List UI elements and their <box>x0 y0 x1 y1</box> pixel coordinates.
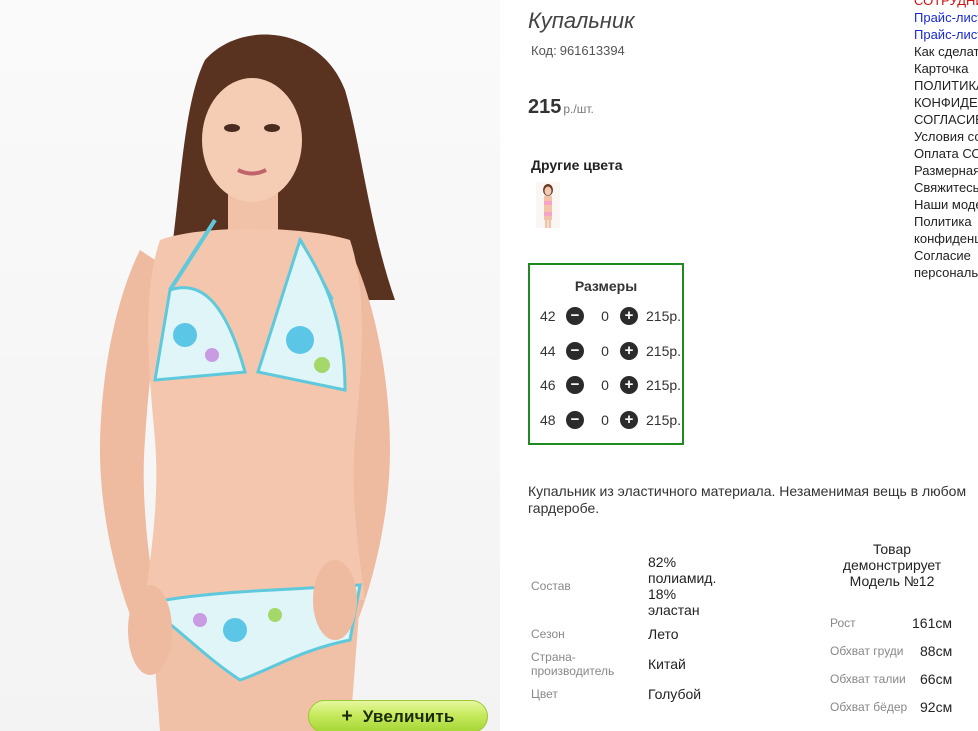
decrease-quantity-button[interactable]: − <box>566 411 584 429</box>
model-hips-label: Обхват бёдер <box>830 700 908 714</box>
color-variant-thumbnail[interactable] <box>536 182 560 228</box>
side-link[interactable]: конфиденциальности <box>914 230 978 247</box>
composition-label: Состав <box>531 579 571 593</box>
increase-quantity-button[interactable]: + <box>620 342 638 360</box>
model-waist-value: 66см <box>920 671 953 687</box>
season-label: Сезон <box>531 627 565 641</box>
size-price: 215р. <box>646 343 682 359</box>
size-price: 215р. <box>646 377 682 393</box>
sizes-heading: Размеры <box>574 278 638 294</box>
side-link[interactable]: Условия сотрудничества <box>914 128 978 145</box>
size-label: 42 <box>540 308 556 324</box>
size-row: 48 − 0 + 215р. <box>540 410 682 430</box>
side-link[interactable]: Согласие <box>914 247 978 264</box>
color-label: Цвет <box>531 687 558 701</box>
side-link[interactable]: Карточка <box>914 60 978 77</box>
side-link[interactable]: Наши модели <box>914 196 978 213</box>
composition-value: 82% полиамид. 18% эластан <box>648 554 717 618</box>
side-link[interactable]: ПОЛИТИКА <box>914 77 978 94</box>
product-photo[interactable]: + Увеличить <box>0 0 500 731</box>
side-link[interactable]: СОГЛАСИЕ <box>914 111 978 128</box>
size-label: 46 <box>540 377 556 393</box>
product-code-label: Код: <box>531 43 557 58</box>
quantity-value[interactable]: 0 <box>598 343 612 359</box>
size-price: 215р. <box>646 308 682 324</box>
side-link[interactable]: Прайс-лист <box>914 26 978 43</box>
side-nav: СОТРУДНИЧЕСТВО Прайс-лист Прайс-лист Как… <box>914 0 978 282</box>
side-link[interactable]: Свяжитесь с нами <box>914 179 978 196</box>
size-row: 42 − 0 + 215р. <box>540 306 682 326</box>
model-waist-label: Обхват талии <box>830 672 906 686</box>
size-label: 44 <box>540 343 556 359</box>
side-link[interactable]: Размерная сетка <box>914 162 978 179</box>
side-link[interactable]: Оплата СОД <box>914 145 978 162</box>
zoom-button-label: Увеличить <box>362 706 455 726</box>
model-chest-value: 88см <box>920 643 953 659</box>
other-colors-heading: Другие цвета <box>531 157 623 173</box>
plus-icon: + <box>341 705 353 727</box>
size-label: 48 <box>540 412 556 428</box>
model-hips-value: 92см <box>920 699 953 715</box>
product-price: 215 р./шт. <box>528 96 594 119</box>
model-figure <box>100 34 395 731</box>
model-height-label: Рост <box>830 616 856 630</box>
side-link[interactable]: Политика <box>914 213 978 230</box>
quantity-value[interactable]: 0 <box>598 308 612 324</box>
sizes-box: Размеры 42 − 0 + 215р. 44 − 0 + 215р. 46… <box>528 263 684 445</box>
side-link[interactable]: персональных <box>914 264 978 281</box>
quantity-value[interactable]: 0 <box>598 412 612 428</box>
product-title: Купальник <box>528 8 635 33</box>
increase-quantity-button[interactable]: + <box>620 307 638 325</box>
price-value: 215 <box>528 96 562 118</box>
product-code: Код: 961613394 <box>528 43 625 58</box>
zoom-button[interactable]: + Увеличить <box>308 700 488 731</box>
country-label: Страна-производитель <box>531 650 615 678</box>
product-code-value: 961613394 <box>559 43 625 58</box>
increase-quantity-button[interactable]: + <box>620 376 638 394</box>
decrease-quantity-button[interactable]: − <box>566 307 584 325</box>
size-price: 215р. <box>646 412 682 428</box>
increase-quantity-button[interactable]: + <box>620 411 638 429</box>
model-heading: Товар демонстрирует Модель №12 <box>842 541 942 589</box>
product-description: Купальник из эластичного материала. Неза… <box>528 483 967 516</box>
decrease-quantity-button[interactable]: − <box>566 342 584 360</box>
side-link[interactable]: КОНФИДЕНЦИАЛЬНОСТИ <box>914 94 978 111</box>
model-height-value: 161см <box>912 615 952 631</box>
decrease-quantity-button[interactable]: − <box>566 376 584 394</box>
size-row: 46 − 0 + 215р. <box>540 375 682 395</box>
price-unit: р./шт. <box>563 102 594 116</box>
side-link[interactable]: СОТРУДНИЧЕСТВО <box>914 0 978 9</box>
country-value: Китай <box>648 656 686 672</box>
size-row: 44 − 0 + 215р. <box>540 341 682 361</box>
model-chest-label: Обхват груди <box>830 644 904 658</box>
side-link[interactable]: Прайс-лист <box>914 9 978 26</box>
side-link[interactable]: Как сделать заказ <box>914 43 978 60</box>
season-value: Лето <box>648 626 679 642</box>
color-value: Голубой <box>648 686 702 702</box>
quantity-value[interactable]: 0 <box>598 377 612 393</box>
